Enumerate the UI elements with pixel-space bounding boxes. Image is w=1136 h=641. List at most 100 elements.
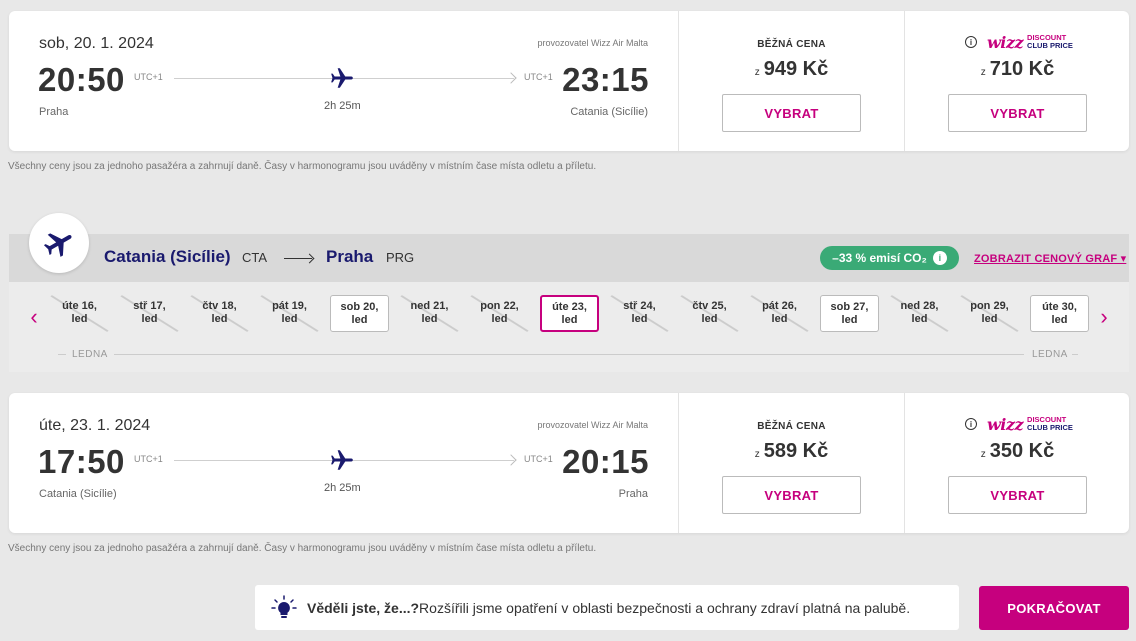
date-option-month: led [71,313,88,325]
price-value: 949 Kč [763,58,829,80]
tip-text: Rozšířili jsme opatření v oblasti bezpeč… [419,599,911,616]
operator-label: provozovatel Wizz Air Malta [537,38,648,48]
departure-city: Praha [39,106,69,118]
date-option-month: led [491,313,508,325]
lightbulb-icon [271,594,297,618]
operator-label: provozovatel Wizz Air Malta [537,420,648,430]
return-flight-info: úte, 23. 1. 2024 provozovatel Wizz Air M… [9,393,679,533]
date-option-day: ned 21, [410,300,449,312]
date-option[interactable]: ned 21, led [400,295,459,332]
arrival-city: Catania (Sicílie) [570,106,648,118]
date-option-month: led [351,314,368,326]
date-option[interactable]: sob 20, led [330,295,389,332]
regular-price-label: BĚŽNÁ CENA [757,421,826,432]
date-option-day: stř 24, [623,300,656,312]
date-option-day: sob 20, [340,301,379,313]
co2-emissions-badge[interactable]: –33 % emisí CO₂ i [820,246,959,270]
route-origin-code: CTA [242,250,268,265]
date-option-month: led [981,313,998,325]
select-club-button[interactable]: VYBRAT [948,476,1087,514]
outbound-flight-info: sob, 20. 1. 2024 provozovatel Wizz Air M… [9,11,679,151]
date-option-day: pát 19, [272,300,307,312]
flight-date: úte, 23. 1. 2024 [39,417,151,434]
date-option-day: čtv 18, [202,300,237,312]
date-option-day: pát 26, [762,300,797,312]
flight-date: sob, 20. 1. 2024 [39,35,154,52]
price-note: Všechny ceny jsou za jednoho pasažéra a … [8,161,597,172]
co2-text: –33 % emisí CO₂ [832,251,927,265]
return-flight-card: úte, 23. 1. 2024 provozovatel Wizz Air M… [9,393,1129,533]
date-option-day: úte 30, [1042,301,1077,313]
price-from-prefix: z [980,67,986,78]
date-option[interactable]: čtv 25, led [680,295,739,332]
select-regular-button[interactable]: VYBRAT [722,476,861,514]
date-option[interactable]: stř 17, led [120,295,179,332]
date-option-month: led [1051,314,1068,326]
arrival-timezone: UTC+1 [524,454,553,464]
date-option[interactable]: pát 26, led [750,295,809,332]
select-regular-button[interactable]: VYBRAT [722,94,861,132]
date-option-day: čtv 25, [692,300,727,312]
date-option[interactable]: stř 24, led [610,295,669,332]
date-option[interactable]: úte 23, led [540,295,599,332]
flight-duration: 2h 25m [324,482,361,494]
month-label-right: LEDNA [1032,349,1068,360]
date-option-month: led [841,314,858,326]
outbound-flight-card: sob, 20. 1. 2024 provozovatel Wizz Air M… [9,11,1129,151]
continue-button[interactable]: POKRAČOVAT [979,586,1129,630]
departure-city: Catania (Sicílie) [39,488,117,500]
flight-duration: 2h 25m [324,100,361,112]
date-option-month: led [561,314,578,326]
price-value: 710 Kč [989,58,1055,80]
date-option[interactable]: ned 28, led [890,295,949,332]
price-from-prefix: z [754,449,760,460]
info-tip-box: Věděli jste, že...? Rozšířili jsme opatře… [255,585,959,630]
select-club-button[interactable]: VYBRAT [948,94,1087,132]
club-price-column: i wizz DISCOUNT CLUB PRICE z 710 Kč VYBRAT [904,11,1130,151]
date-option[interactable]: pon 29, led [960,295,1019,332]
date-option[interactable]: čtv 18, led [190,295,249,332]
chevron-left-icon[interactable]: ‹ [24,303,44,331]
departure-time: 17:50 [38,443,125,480]
date-option-month: led [141,313,158,325]
discount-club-logo: i wizz DISCOUNT CLUB PRICE [965,414,1073,434]
month-divider [1072,354,1078,355]
price-from-prefix: z [754,67,760,78]
arrival-time: 23:15 [562,61,649,98]
date-option-day: úte 23, [552,301,587,313]
tip-heading: Věděli jste, že...? [307,599,420,616]
date-option[interactable]: pon 22, led [470,295,529,332]
route-destination-code: PRG [386,250,415,265]
departure-timezone: UTC+1 [134,454,163,464]
info-icon[interactable]: i [965,36,977,48]
club-price-label: CLUB PRICE [1027,423,1073,432]
date-option-month: led [211,313,228,325]
month-label-left: LEDNA [72,349,108,360]
chevron-right-icon[interactable]: › [1094,303,1114,331]
price-value: 589 Kč [763,440,829,462]
date-option[interactable]: úte 16, led [50,295,109,332]
date-option-day: sob 27, [830,301,869,313]
price-from-prefix: z [980,449,986,460]
departure-time: 20:50 [38,61,125,98]
date-option[interactable]: úte 30, led [1030,295,1089,332]
date-option-month: led [281,313,298,325]
route-origin-city: Catania (Sicílie) [104,247,231,266]
date-option-day: ned 28, [900,300,939,312]
price-graph-link[interactable]: ZOBRAZIT CENOVÝ GRAF ▾ [974,252,1126,265]
airplane-icon [331,450,353,470]
month-divider [114,354,1024,355]
airplane-icon [43,233,72,257]
date-option[interactable]: pát 19, led [260,295,319,332]
wizz-logo-text: wizz [987,414,1024,434]
info-icon: i [932,251,947,265]
club-price-column: i wizz DISCOUNT CLUB PRICE z 350 Kč VYBRAT [904,393,1130,533]
route-plane-badge [29,213,89,273]
regular-price-label: BĚŽNÁ CENA [757,39,826,50]
departure-timezone: UTC+1 [134,72,163,82]
route-arrow-icon [284,258,312,259]
date-option-day: úte 16, [62,300,97,312]
date-option[interactable]: sob 27, led [820,295,879,332]
date-option-month: led [911,313,928,325]
info-icon[interactable]: i [965,418,977,430]
